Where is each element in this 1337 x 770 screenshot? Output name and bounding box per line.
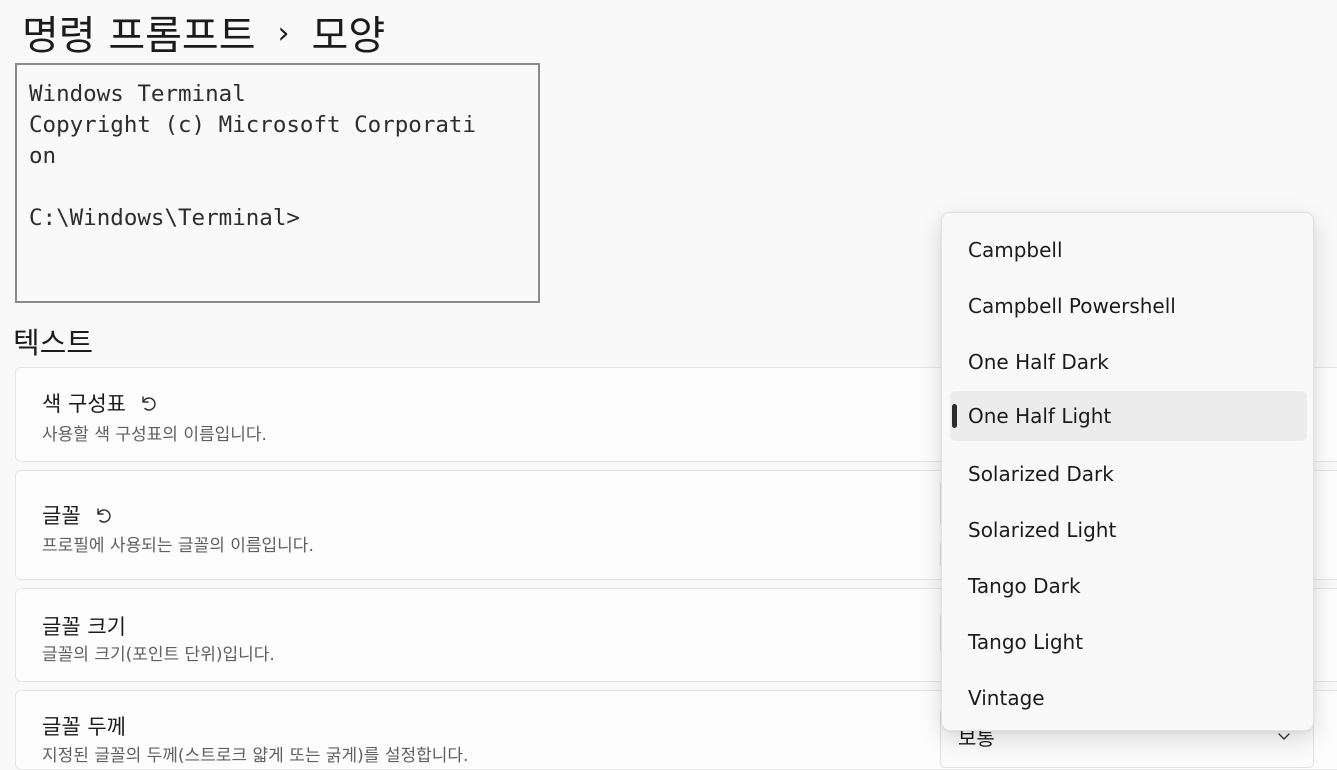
terminal-preview-text: Windows Terminal Copyright (c) Microsoft… bbox=[17, 65, 538, 234]
setting-title-row: 글꼴 크기 bbox=[42, 611, 126, 641]
setting-description: 프로필에 사용되는 글꼴의 이름입니다. bbox=[42, 536, 314, 556]
setting-title-row: 색 구성표 bbox=[42, 388, 158, 418]
selection-indicator bbox=[952, 404, 957, 428]
dropdown-item-solarized-light[interactable]: Solarized Light bbox=[950, 505, 1307, 555]
dropdown-item-solarized-dark[interactable]: Solarized Dark bbox=[950, 449, 1307, 499]
preview-line: Copyright (c) Microsoft Corporati bbox=[29, 112, 477, 138]
section-title-text: 텍스트 bbox=[13, 326, 94, 360]
dropdown-item-label: Tango Dark bbox=[968, 574, 1081, 598]
setting-description: 지정된 글꼴의 두께(스트로크 얇게 또는 굵게)를 설정합니다. bbox=[42, 746, 469, 766]
reset-icon[interactable] bbox=[138, 393, 158, 413]
setting-title: 글꼴 두께 bbox=[42, 715, 126, 739]
dropdown-item-tango-light[interactable]: Tango Light bbox=[950, 617, 1307, 667]
setting-title: 색 구성표 bbox=[42, 392, 126, 416]
setting-description: 사용할 색 구성표의 이름입니다. bbox=[42, 425, 267, 445]
dropdown-item-campbell-powershell[interactable]: Campbell Powershell bbox=[950, 281, 1307, 331]
breadcrumb-parent[interactable]: 명령 프롬프트 bbox=[22, 3, 256, 61]
setting-title: 글꼴 bbox=[42, 504, 81, 528]
dropdown-item-label: One Half Dark bbox=[968, 350, 1109, 374]
breadcrumb: 명령 프롬프트 › 모양 bbox=[22, 4, 385, 60]
setting-title-row: 글꼴 두께 bbox=[42, 711, 126, 741]
breadcrumb-separator-icon: › bbox=[277, 15, 290, 51]
setting-title: 글꼴 크기 bbox=[42, 615, 126, 639]
dropdown-item-label: Campbell Powershell bbox=[968, 294, 1176, 318]
preview-line: C:\Windows\Terminal> bbox=[29, 205, 300, 231]
setting-title-row: 글꼴 bbox=[42, 500, 113, 530]
dropdown-item-label: Solarized Light bbox=[968, 518, 1117, 542]
dropdown-item-tango-dark[interactable]: Tango Dark bbox=[950, 561, 1307, 611]
color-scheme-dropdown-list: Campbell Campbell Powershell One Half Da… bbox=[941, 212, 1314, 731]
preview-line: on bbox=[29, 143, 57, 169]
dropdown-item-label: Tango Light bbox=[968, 630, 1084, 654]
preview-line: Windows Terminal bbox=[29, 81, 246, 107]
dropdown-item-vintage[interactable]: Vintage bbox=[950, 673, 1307, 723]
dropdown-item-campbell[interactable]: Campbell bbox=[950, 225, 1307, 275]
page-title: 모양 bbox=[311, 13, 386, 59]
dropdown-item-one-half-dark[interactable]: One Half Dark bbox=[950, 337, 1307, 387]
dropdown-item-label: One Half Light bbox=[968, 404, 1112, 428]
dropdown-item-label: Solarized Dark bbox=[968, 462, 1114, 486]
dropdown-item-one-half-light[interactable]: One Half Light bbox=[950, 391, 1307, 441]
setting-description: 글꼴의 크기(포인트 단위)입니다. bbox=[42, 645, 275, 665]
reset-icon[interactable] bbox=[93, 505, 113, 525]
dropdown-item-label: Campbell bbox=[968, 238, 1063, 262]
dropdown-item-label: Vintage bbox=[968, 686, 1045, 710]
terminal-preview: Windows Terminal Copyright (c) Microsoft… bbox=[15, 63, 540, 303]
